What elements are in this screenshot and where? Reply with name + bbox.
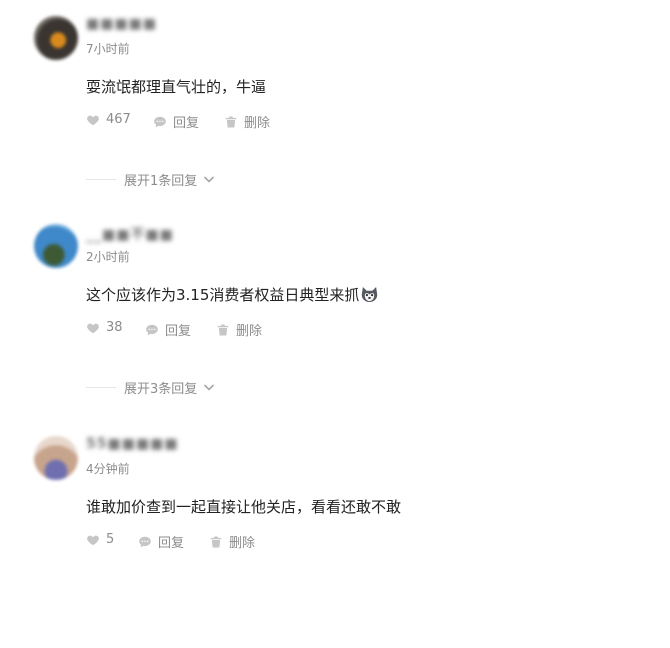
username[interactable]: 55■■■■■ (86, 436, 179, 452)
delete-label: 删除 (229, 536, 256, 551)
comment-item: __■■不■■ 2小时前 这个应该作为3.15消费者权益日典型来抓 38 回复 … (0, 224, 670, 436)
trash-icon (210, 535, 222, 548)
speech-bubble-icon (139, 536, 151, 547)
delete-button[interactable]: 删除 (224, 112, 270, 131)
reply-label: 回复 (165, 324, 192, 339)
like-count: 467 (106, 112, 131, 127)
timestamp: 2小时前 (86, 250, 130, 264)
reply-button[interactable]: 回复 (138, 532, 184, 551)
like-count: 38 (106, 320, 123, 335)
speech-bubble-icon (146, 324, 158, 335)
reply-label: 回复 (173, 116, 200, 131)
comment-text: 谁敢加价查到一起直接让他关店，看看还敢不敢 (86, 498, 402, 516)
comment-text: 耍流氓都理直气壮的，牛逼 (86, 78, 267, 96)
comment-item: 55■■■■■ 4分钟前 谁敢加价查到一起直接让他关店，看看还敢不敢 5 回复 … (0, 436, 670, 648)
heart-icon (87, 115, 99, 125)
heart-icon (87, 323, 99, 333)
like-button[interactable]: 5 (86, 532, 114, 547)
username[interactable]: ■■■■■ (86, 16, 157, 32)
avatar[interactable] (34, 16, 78, 60)
timestamp: 7小时前 (86, 42, 130, 56)
husky-emoji-icon (362, 286, 378, 303)
heart-icon (87, 535, 99, 545)
expand-replies-button[interactable]: 展开1条回复 (86, 171, 215, 189)
comment-text: 这个应该作为3.15消费者权益日典型来抓 (86, 284, 379, 305)
expand-replies-button[interactable]: 展开3条回复 (86, 379, 215, 397)
divider-line (86, 386, 116, 388)
speech-bubble-icon (154, 116, 166, 127)
avatar[interactable] (34, 436, 78, 480)
expand-replies-label: 展开3条回复 (124, 381, 198, 397)
reply-button[interactable]: 回复 (145, 320, 191, 339)
comment-text-content: 这个应该作为3.15消费者权益日典型来抓 (86, 286, 360, 304)
trash-icon (217, 323, 229, 336)
expand-replies-label: 展开1条回复 (124, 173, 198, 189)
like-button[interactable]: 467 (86, 112, 131, 127)
trash-icon (225, 115, 237, 128)
reply-button[interactable]: 回复 (153, 112, 199, 131)
reply-label: 回复 (158, 536, 185, 551)
like-count: 5 (106, 532, 115, 547)
divider-line (86, 178, 116, 180)
like-button[interactable]: 38 (86, 320, 123, 335)
delete-button[interactable]: 删除 (216, 320, 262, 339)
delete-label: 删除 (244, 116, 271, 131)
comment-item: ■■■■■ 7小时前 耍流氓都理直气壮的，牛逼 467 回复 删除 展开1条回复 (0, 16, 670, 228)
delete-button[interactable]: 删除 (209, 532, 255, 551)
chevron-down-icon (204, 176, 215, 183)
username[interactable]: __■■不■■ (86, 224, 174, 244)
delete-label: 删除 (236, 324, 263, 339)
chevron-down-icon (204, 384, 215, 391)
timestamp: 4分钟前 (86, 462, 130, 476)
avatar[interactable] (34, 224, 78, 268)
